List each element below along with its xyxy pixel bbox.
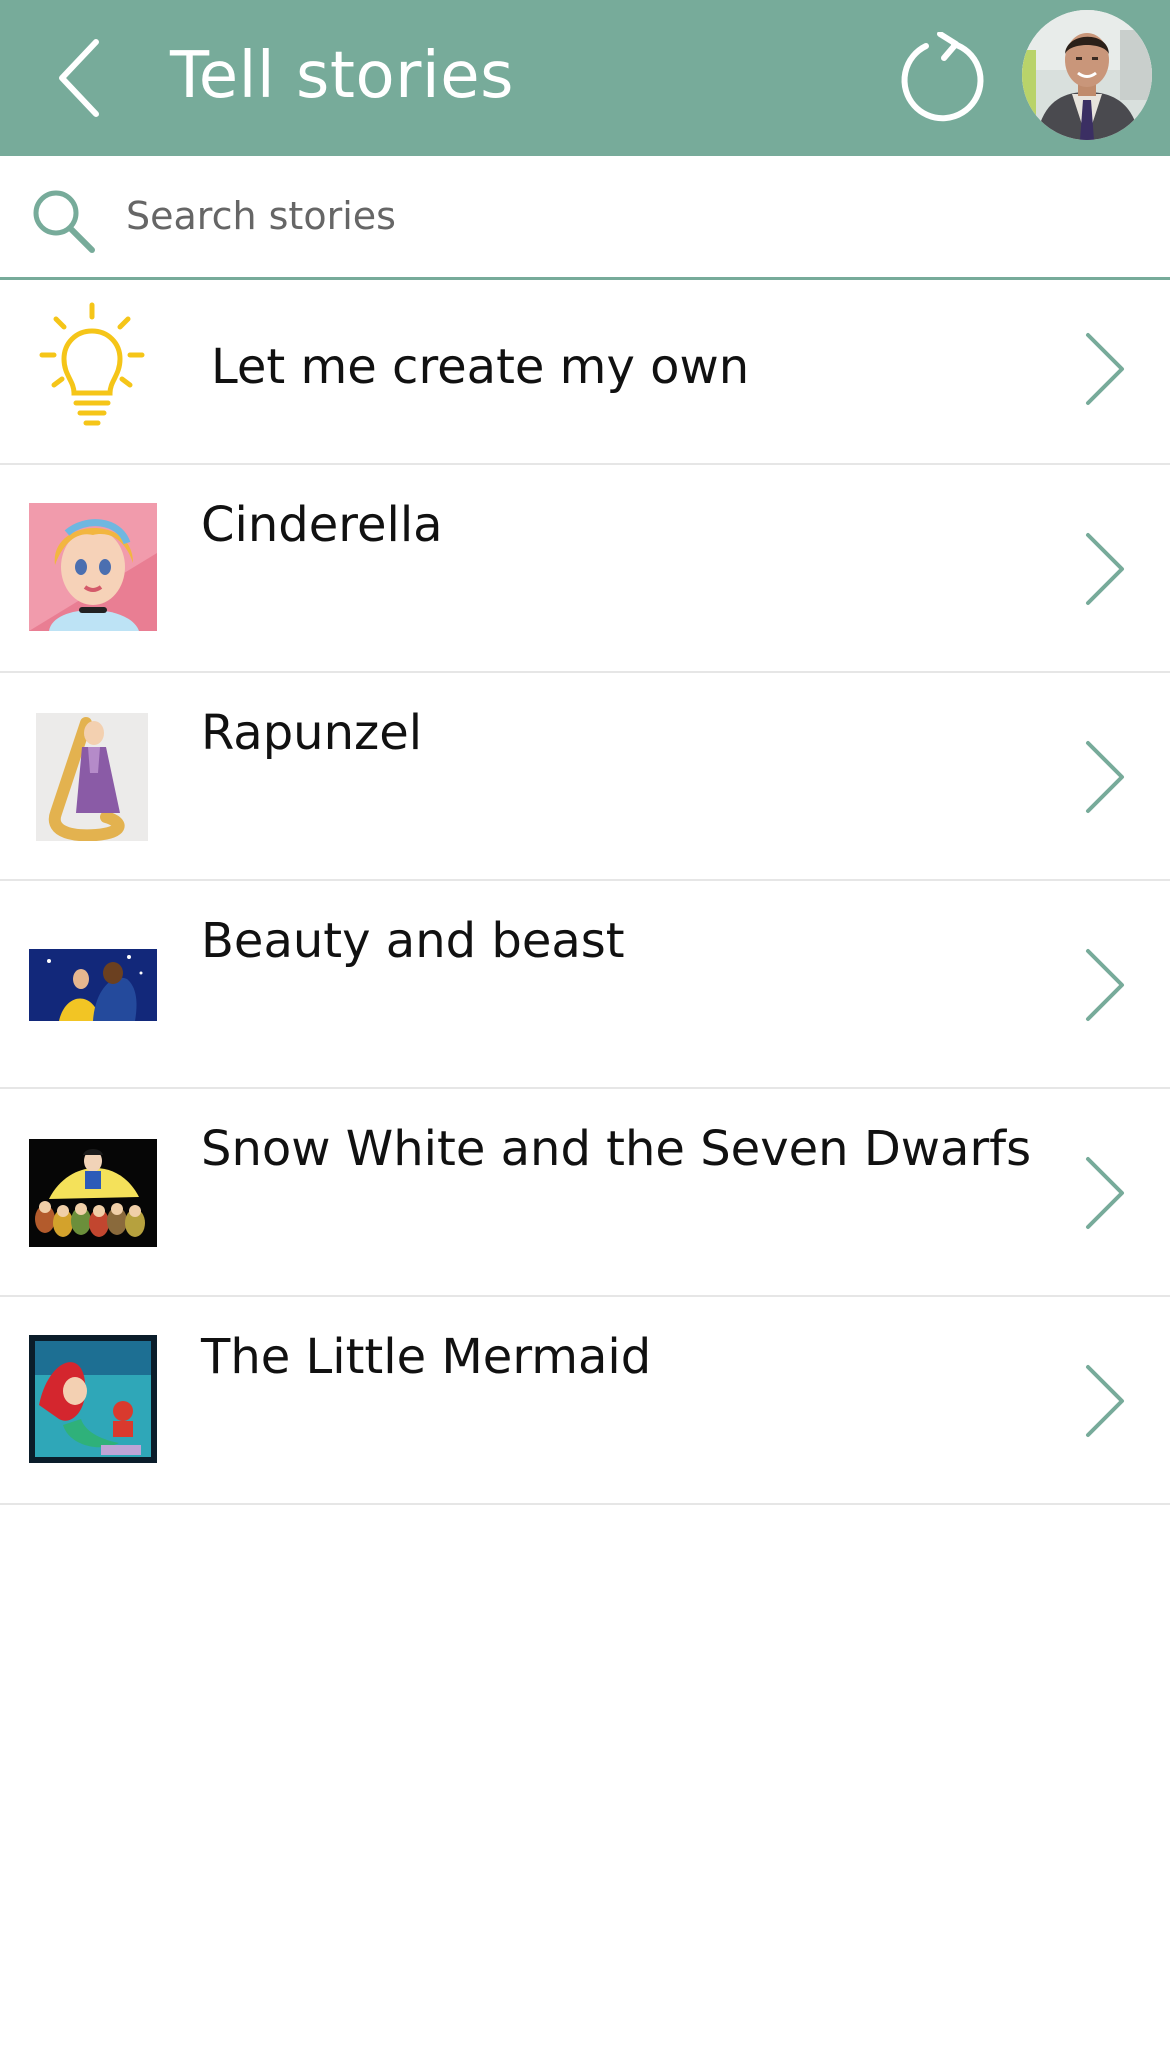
search-icon [33, 190, 95, 253]
chevron-left-icon [59, 39, 99, 117]
snow-white-image [29, 1139, 157, 1247]
story-title: Beauty and beast [201, 913, 625, 969]
chevron-right-icon [1086, 949, 1124, 1021]
search-input[interactable] [126, 184, 1126, 248]
refresh-icon [901, 31, 984, 122]
story-list: Let me create my own Cinderella Rapunzel… [0, 283, 1170, 1505]
chevron-right-icon [1086, 533, 1124, 605]
story-row-rapunzel[interactable]: Rapunzel [0, 673, 1170, 881]
story-row-little-mermaid[interactable]: The Little Mermaid [0, 1297, 1170, 1505]
story-title: The Little Mermaid [201, 1329, 652, 1385]
refresh-button[interactable] [896, 31, 988, 124]
chevron-right-icon [1086, 333, 1124, 405]
little-mermaid-thumbnail [29, 1335, 157, 1463]
little-mermaid-image [29, 1335, 157, 1463]
user-avatar-icon [1022, 10, 1152, 140]
back-button[interactable] [44, 30, 124, 126]
story-title: Rapunzel [201, 705, 423, 761]
search-underline [0, 277, 1170, 280]
search-bar [0, 156, 1170, 280]
cinderella-image [29, 503, 157, 631]
story-title: Cinderella [201, 497, 443, 553]
story-title: Snow White and the Seven Dwarfs [201, 1121, 1032, 1177]
story-row-snow-white[interactable]: Snow White and the Seven Dwarfs [0, 1089, 1170, 1297]
chevron-right-icon [1086, 1157, 1124, 1229]
story-row-cinderella[interactable]: Cinderella [0, 465, 1170, 673]
beauty-and-beast-image [29, 949, 157, 1021]
snow-white-thumbnail [29, 1139, 157, 1247]
create-own-story-row[interactable]: Let me create my own [0, 283, 1170, 465]
avatar[interactable] [1022, 10, 1152, 140]
rapunzel-image [36, 713, 148, 841]
chevron-right-icon [1086, 741, 1124, 813]
lightbulb-icon [39, 302, 145, 426]
cinderella-thumbnail [29, 503, 157, 631]
beauty-and-beast-thumbnail [29, 949, 157, 1021]
chevron-right-icon [1086, 1365, 1124, 1437]
app-header: Tell stories [0, 0, 1170, 156]
create-own-story-label: Let me create my own [211, 339, 750, 395]
story-row-beauty-and-beast[interactable]: Beauty and beast [0, 881, 1170, 1089]
page-title: Tell stories [170, 39, 514, 113]
rapunzel-thumbnail [36, 713, 148, 841]
